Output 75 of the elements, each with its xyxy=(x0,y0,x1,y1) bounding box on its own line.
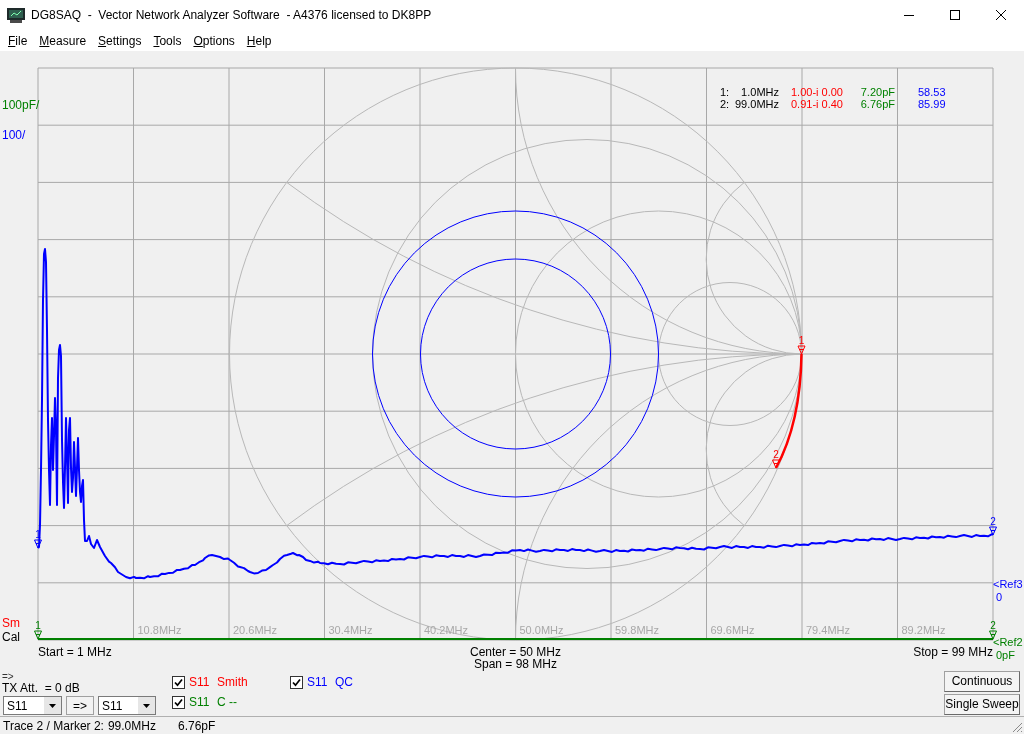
caret-icon xyxy=(44,697,61,714)
frequency-label: 20.6MHz xyxy=(233,624,278,636)
minimize-icon xyxy=(904,14,914,16)
app-icon xyxy=(7,7,25,23)
marker-icon xyxy=(772,459,780,469)
marker-icon xyxy=(989,630,997,640)
marker-value: 85.99 xyxy=(918,98,946,110)
reference-value: 0pF xyxy=(995,649,1016,662)
marker-value: 0.91-i 0.40 xyxy=(791,98,844,110)
menu-item[interactable]: Measure xyxy=(33,32,93,49)
trace-format: Smith xyxy=(217,676,248,689)
target-dropdown[interactable]: S11 xyxy=(98,696,156,715)
checkbox[interactable] xyxy=(172,676,185,689)
scale-label: 100/ xyxy=(2,128,26,142)
status-indicator: Cal xyxy=(2,630,20,644)
menu-item[interactable]: Settings xyxy=(92,32,148,49)
sweep-button[interactable]: Single Sweep xyxy=(944,694,1020,715)
maximize-icon xyxy=(950,10,960,20)
marker-icon xyxy=(34,539,42,549)
source-dropdown[interactable]: S11 xyxy=(3,696,62,715)
start-frequency: Start = 1 MHz xyxy=(38,645,112,659)
frequency-span: Span = 98 MHz xyxy=(473,658,557,670)
resize-grip-icon xyxy=(1012,722,1023,733)
marker-value: 1.00-i 0.00 xyxy=(791,86,844,98)
status-value: 6.76pF xyxy=(177,718,216,733)
frequency-label: 30.4MHz xyxy=(328,624,373,636)
status-trace-marker: Trace 2 / Marker 2: xyxy=(3,718,104,733)
trace-parameter: S11 xyxy=(189,696,211,709)
close-icon xyxy=(996,10,1006,20)
marker-icon xyxy=(797,345,806,355)
reference-label: <Ref3 xyxy=(993,578,1023,591)
menu-item[interactable]: Tools xyxy=(147,32,188,49)
trace-format: QC xyxy=(335,676,353,689)
marker-icon xyxy=(34,630,42,640)
marker-frequency: 99.0MHz xyxy=(734,98,779,110)
frequency-label: 69.6MHz xyxy=(710,624,755,636)
caret-icon xyxy=(138,697,155,714)
frequency-label: 10.8MHz xyxy=(137,624,182,636)
transfer-button[interactable]: => xyxy=(66,696,94,715)
marker-value: 6.76pF xyxy=(859,98,895,110)
marker-label: 2 xyxy=(990,516,996,527)
menu-item[interactable]: Help xyxy=(240,32,278,49)
indicator-label: => xyxy=(2,671,15,682)
tx-attenuation-label: TX Att. = 0 dB xyxy=(2,682,81,695)
marker-number: 1: xyxy=(720,86,731,98)
frequency-label: 50.0MHz xyxy=(519,624,564,636)
marker-label: 1 xyxy=(798,335,805,346)
frequency-label: 40.2MHz xyxy=(424,624,469,636)
marker-label: 2 xyxy=(990,620,996,631)
checkbox[interactable] xyxy=(172,696,185,709)
status-frequency: 99.0MHz xyxy=(107,718,156,733)
trace-parameter: S11 xyxy=(307,676,329,689)
checkbox[interactable] xyxy=(290,676,303,689)
trace-parameter: S11 xyxy=(189,676,211,689)
stop-frequency: Stop = 99 MHz xyxy=(913,646,993,661)
marker-icon xyxy=(989,526,997,536)
marker-label: 1 xyxy=(35,620,41,631)
frequency-label: 89.2MHz xyxy=(901,624,946,636)
reference-label: <Ref2 xyxy=(993,636,1023,649)
menu-item[interactable]: File xyxy=(2,32,34,49)
marker-value: 58.53 xyxy=(918,86,946,98)
center-frequency: Center = 50 MHz xyxy=(469,646,561,658)
frequency-label: 59.8MHz xyxy=(615,624,660,636)
window-title: DG8SAQ - Vector Network Analyzer Software - A4376 licensed to DK8PP xyxy=(31,7,432,24)
trace-format: C -- xyxy=(217,696,237,709)
menu-item[interactable]: Options xyxy=(187,32,241,49)
marker-value: 7.20pF xyxy=(859,86,895,98)
sweep-button[interactable]: Continuous xyxy=(944,671,1020,692)
marker-frequency: 1.0MHz xyxy=(740,86,779,98)
status-indicator: Sm xyxy=(2,616,20,630)
marker-number: 2: xyxy=(720,98,731,110)
marker-label: 2 xyxy=(773,449,779,460)
frequency-label: 79.4MHz xyxy=(806,624,851,636)
scale-label: 100pF/ xyxy=(2,98,40,112)
reference-value: 0 xyxy=(995,591,1004,604)
